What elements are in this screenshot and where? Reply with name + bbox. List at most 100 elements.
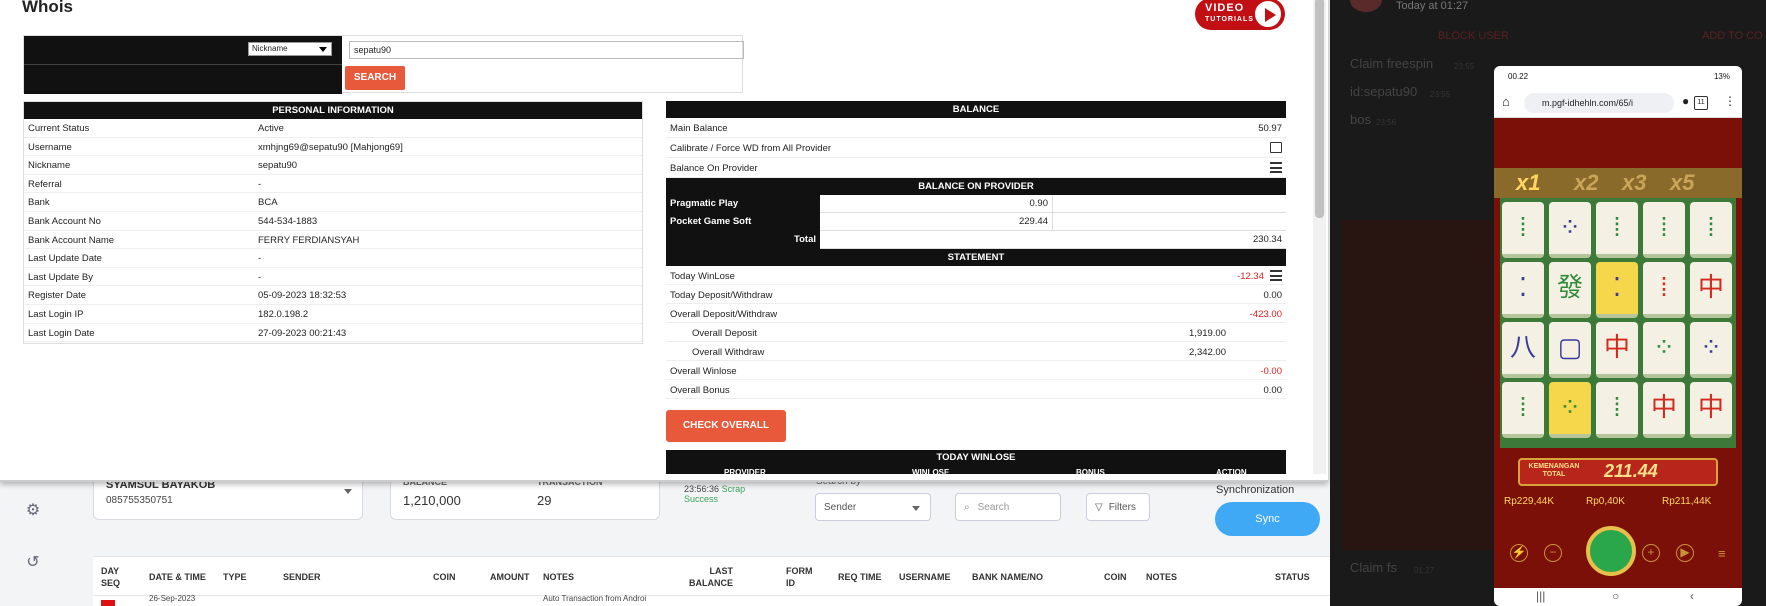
tile: 中 <box>1596 322 1638 378</box>
personal-info-value: - <box>258 178 262 190</box>
personal-info-value: FERRY FERDIANSYAH <box>258 234 360 246</box>
video-label: VIDEO <box>1205 2 1245 14</box>
filters-button[interactable]: ▽ Filters <box>1086 493 1150 521</box>
chat-message-time: 23:56 <box>1376 118 1397 127</box>
personal-info-row: Last Update By - <box>24 268 642 287</box>
autoplay-icon[interactable]: ▶ <box>1676 544 1694 562</box>
recent-apps-icon[interactable]: ||| <box>1536 589 1545 603</box>
plus-icon[interactable]: + <box>1642 544 1660 562</box>
personal-info-value: - <box>258 271 262 283</box>
chevron-down-icon <box>912 506 920 511</box>
back-icon[interactable]: ‹ <box>1690 589 1694 603</box>
tile: 中 <box>1690 262 1732 318</box>
personal-info-row: Referral - <box>24 175 642 194</box>
filter-icon: ▽ <box>1095 501 1103 513</box>
video-tutorials-button[interactable]: VIDEO TUTORIALS <box>1195 0 1285 30</box>
browser-bar: ⌂ m.pgf-idhehln.com/65/i ● 11 ⋮ <box>1494 88 1742 118</box>
external-link-icon[interactable] <box>1270 142 1282 153</box>
sync-button[interactable]: Sync <box>1215 502 1320 536</box>
mic-icon[interactable]: ● <box>1682 94 1689 108</box>
total-win-bar: KEMENANGAN TOTAL 211.44 <box>1518 458 1718 486</box>
home-icon[interactable]: ⌂ <box>1502 94 1510 109</box>
whois-modal: Whois VIDEO TUTORIALS Nickname sepatu90 … <box>0 0 1328 482</box>
modal-scrollbar[interactable] <box>1313 0 1326 474</box>
personal-info-value: xmhjng69@sepatu90 [Mahjong69] <box>258 141 403 153</box>
chat-message: id:sepatu90 <box>1350 84 1418 99</box>
today-dw-value: 0.00 <box>1263 290 1283 301</box>
overall-bonus-row: Overall Bonus 0.00 <box>666 380 1286 399</box>
calibrate-row: Calibrate / Force WD from All Provider <box>666 138 1286 158</box>
overall-bonus-label: Overall Bonus <box>670 385 730 396</box>
scrap-word: Scrap <box>721 484 746 494</box>
search-button[interactable]: SEARCH <box>345 66 405 90</box>
today-winlose-value: -12.34 <box>1237 271 1264 282</box>
table-row[interactable]: 26-Sep-2023 Auto Transaction from Androi <box>93 594 1330 606</box>
menu-icon[interactable]: ⋮ <box>1724 94 1736 108</box>
url-text: m.pgf-idhehln.com/65/i <box>1542 98 1634 108</box>
personal-info-label: Current Status <box>28 123 90 134</box>
transaction-value: 29 <box>537 493 552 508</box>
nickname-input[interactable]: sepatu90 <box>349 41 744 59</box>
tile: ⁘ <box>1690 322 1732 378</box>
block-user-button[interactable]: BLOCK USER <box>1438 30 1509 42</box>
search-icon: ⌕ <box>964 501 970 513</box>
list-icon[interactable] <box>1270 270 1282 281</box>
balance-on-provider-header: BALANCE ON PROVIDER <box>666 178 1286 195</box>
today-dw-row: Today Deposit/Withdraw 0.00 <box>666 285 1286 304</box>
spin-button[interactable] <box>1586 526 1636 576</box>
scrollbar-thumb[interactable] <box>1315 0 1324 218</box>
game-menu-icon[interactable]: ≡ <box>1718 546 1726 561</box>
overall-dw-label: Overall Deposit/Withdraw <box>670 309 778 320</box>
multiplier-bar: x1 x2 x3 x5 <box>1494 168 1742 198</box>
provider-name: Pragmatic Play <box>666 195 820 213</box>
overall-deposit-label: Overall Deposit <box>692 328 757 339</box>
check-overall-button[interactable]: CHECK OVERALL <box>666 410 786 442</box>
personal-info-row: Bank Account No 544-534-1883 <box>24 212 642 231</box>
col-username: USERNAME <box>899 572 951 582</box>
minus-icon[interactable]: − <box>1544 544 1562 562</box>
personal-info-label: Nickname <box>28 160 71 172</box>
col-day-seq: DAY SEQ <box>101 566 121 588</box>
row-date: 26-Sep-2023 <box>149 594 196 603</box>
add-to-contact-button[interactable]: ADD TO CO <box>1702 30 1763 42</box>
phone-screenshot: 00.22 13% ⌂ m.pgf-idhehln.com/65/i ● 11 … <box>1494 66 1742 606</box>
turbo-icon[interactable]: ⚡ <box>1510 544 1528 562</box>
personal-info-value: BCA <box>258 197 278 209</box>
personal-info-row: Last Login Date 27-09-2023 00:21:43 <box>24 324 642 343</box>
win-amount: 211.44 <box>1604 461 1658 481</box>
main-balance-label: Main Balance <box>670 123 728 134</box>
sender-select[interactable]: Sender <box>815 493 931 521</box>
sync-title: Synchronization <box>1216 484 1295 496</box>
chat-message-time: 01:27 <box>1414 566 1435 575</box>
provider-row: Pragmatic Play 0.90 <box>666 195 1286 213</box>
today-dw-label: Today Deposit/Withdraw <box>670 290 773 301</box>
history-icon[interactable]: ↺ <box>22 552 44 574</box>
personal-info-value: - <box>258 253 262 265</box>
search-placeholder: Search <box>977 501 1010 513</box>
mahjong-game: x1 x2 x3 x5 ⁞ ⁘ ⁞ ⁞ ⁞ ⁚ 發 ⁚ ⁞ 中 八 ▢ 中 ⁘ … <box>1494 118 1742 588</box>
today-winlose-title: TODAY WINLOSE <box>936 452 1016 463</box>
col-coin: COIN <box>433 572 456 582</box>
personal-info-label: Bank Account No <box>28 215 101 227</box>
tabs-count[interactable]: 11 <box>1694 96 1708 110</box>
home-circle-icon[interactable]: ○ <box>1612 589 1619 603</box>
win-label: KEMENANGAN TOTAL <box>1528 463 1580 478</box>
search-input[interactable]: ⌕ Search <box>955 493 1061 521</box>
col-req-time: REQ TIME <box>838 572 882 582</box>
overall-deposit-row: Overall Deposit 1,919.00 <box>666 323 1286 342</box>
profile-settings-icon[interactable]: ⚙ <box>22 500 44 522</box>
tile: ⁚ <box>1596 262 1638 318</box>
list-icon[interactable] <box>1270 162 1282 173</box>
col-action: ACTION <box>1216 468 1247 477</box>
tile: ⁞ <box>1643 202 1685 258</box>
overall-dw-value: -423.00 <box>1249 309 1282 320</box>
overall-winlose-row: Overall Winlose -0.00 <box>666 361 1286 380</box>
status-badge <box>101 600 115 606</box>
scrap-time: 23:56:36 <box>684 484 720 494</box>
balance-on-provider-row: Balance On Provider <box>666 158 1286 178</box>
multiplier: x1 <box>1516 170 1541 195</box>
tile: ⁘ <box>1549 202 1591 258</box>
search-type-select[interactable]: Nickname <box>248 42 332 56</box>
personal-info-row: Last Login IP 182.0.198.2 <box>24 305 642 324</box>
url-field[interactable]: m.pgf-idhehln.com/65/i <box>1524 93 1674 113</box>
